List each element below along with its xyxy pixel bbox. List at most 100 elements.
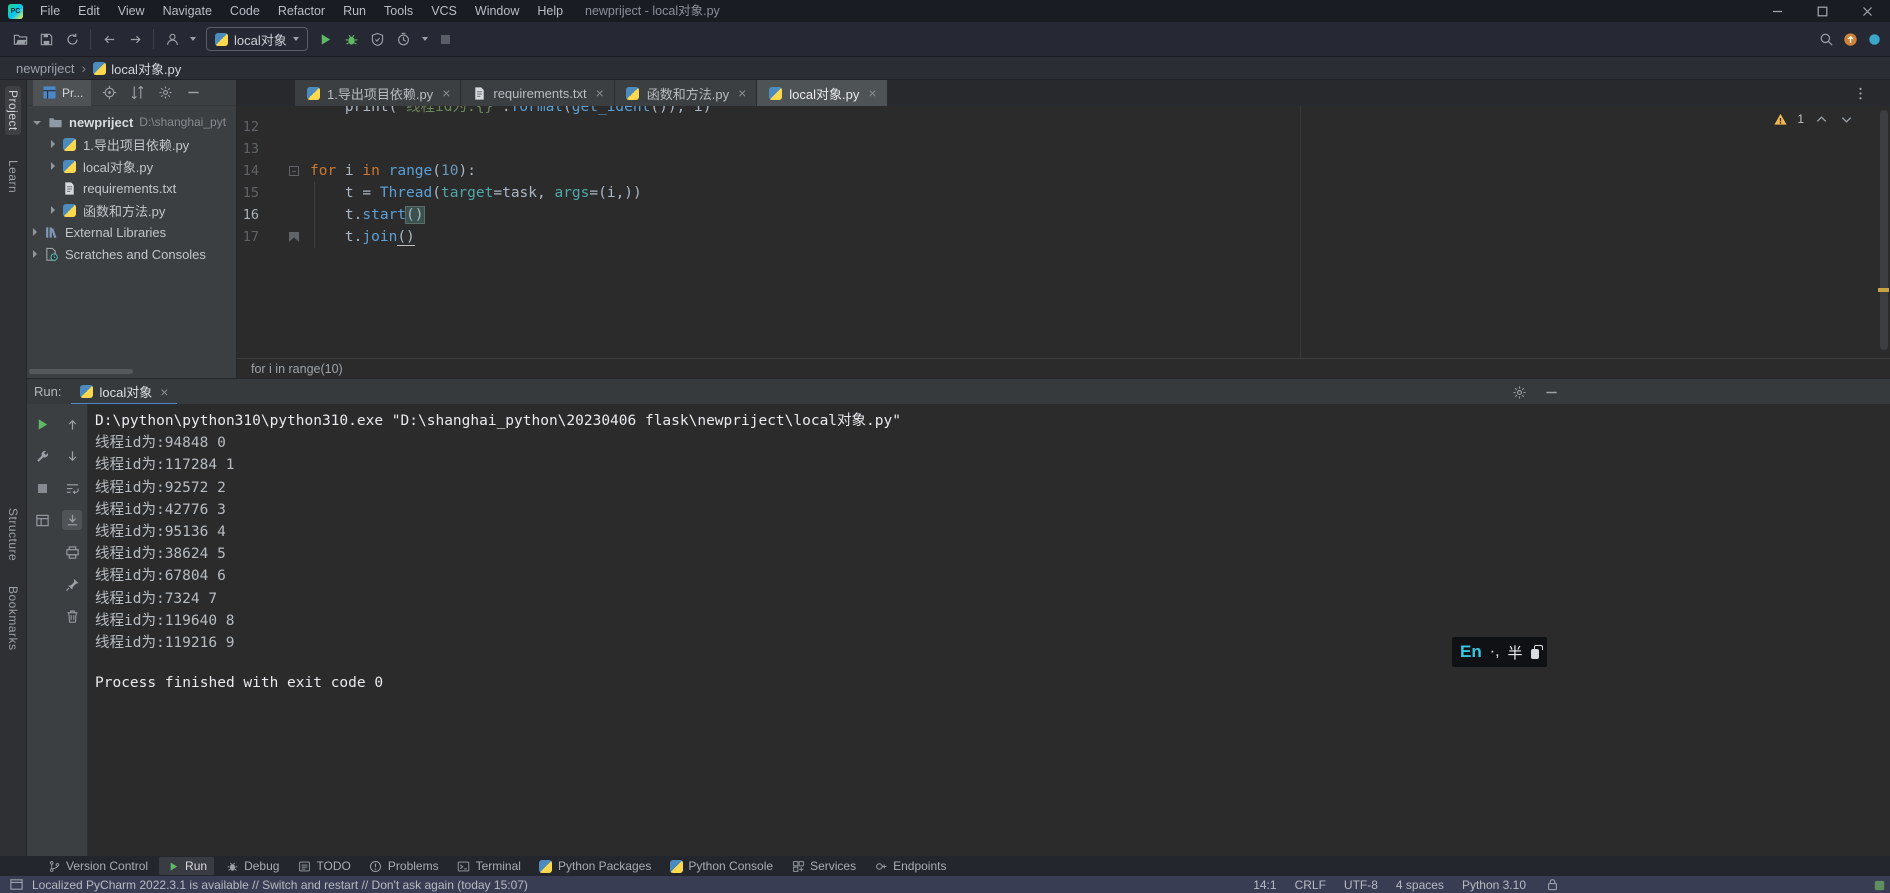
toolwindow-debug[interactable]: Debug <box>218 857 286 875</box>
sidebar-item-bookmarks[interactable]: Bookmarks <box>5 582 21 655</box>
select-opened-file-icon[interactable] <box>101 85 117 101</box>
status-widget-utf-8[interactable]: UTF-8 <box>1344 878 1378 892</box>
hide-panel-icon[interactable] <box>185 85 201 101</box>
editor-tab-3[interactable]: local对象.py × <box>757 80 888 106</box>
search-icon[interactable] <box>1818 31 1834 47</box>
save-all-icon[interactable] <box>38 31 54 47</box>
code-editor[interactable]: print("线程id为:{}".format(get_ident()), i)… <box>237 106 1890 358</box>
coverage-icon[interactable] <box>370 31 386 47</box>
toolwindow-python-packages[interactable]: Python Packages <box>532 857 658 875</box>
line-number[interactable]: 14 <box>237 163 259 179</box>
project-tab[interactable]: Pr... <box>33 79 92 106</box>
menu-vcs[interactable]: VCS <box>422 0 466 22</box>
ime-width-label[interactable]: 半 <box>1508 642 1523 663</box>
rerun-button[interactable] <box>32 414 52 434</box>
sidebar-item-project[interactable]: Project <box>5 86 21 135</box>
corner-indicator-icon[interactable] <box>1871 877 1887 893</box>
menu-view[interactable]: View <box>109 0 154 22</box>
next-warning-icon[interactable] <box>1838 111 1854 127</box>
pin-tab-button[interactable] <box>62 574 82 594</box>
menu-refactor[interactable]: Refactor <box>269 0 334 22</box>
ime-toolbox-icon[interactable] <box>1530 645 1544 659</box>
profiler-icon[interactable] <box>396 31 412 47</box>
toolwindow-switcher-icon[interactable] <box>8 877 24 893</box>
sidebar-item-learn[interactable]: Learn <box>5 156 21 197</box>
status-widget-python-3-10[interactable]: Python 3.10 <box>1462 878 1526 892</box>
soft-wrap-button[interactable] <box>62 478 82 498</box>
toolwindow-todo[interactable]: TODO <box>290 857 357 875</box>
editor-tab-1[interactable]: requirements.txt × <box>461 80 615 106</box>
close-button[interactable] <box>1845 0 1890 22</box>
breadcrumb-project[interactable]: newpriject <box>16 61 75 76</box>
fold-start-icon[interactable] <box>289 166 299 176</box>
status-widget-crlf[interactable]: CRLF <box>1295 878 1326 892</box>
menu-help[interactable]: Help <box>528 0 572 22</box>
sidebar-item-structure[interactable]: Structure <box>5 504 21 565</box>
gutter[interactable]: 13 <box>237 141 310 157</box>
expand-collapse-icon[interactable] <box>129 85 145 101</box>
tab-options-kebab-icon[interactable] <box>1852 85 1868 101</box>
editor-tab-2[interactable]: 函数和方法.py × <box>614 80 758 106</box>
gutter[interactable]: 16 <box>237 207 310 223</box>
back-icon[interactable] <box>101 31 117 47</box>
ime-language-label[interactable]: En <box>1460 642 1482 662</box>
editor-scrollbar[interactable] <box>1880 110 1888 350</box>
breadcrumb-file[interactable]: local对象.py <box>111 59 181 78</box>
line-number[interactable]: 17 <box>237 229 259 245</box>
line-number[interactable]: 13 <box>237 141 259 157</box>
gutter[interactable]: 12 <box>237 119 310 135</box>
scroll-to-end-button[interactable] <box>62 510 82 530</box>
tree-item-5[interactable]: External Libraries <box>27 221 236 243</box>
chevron-right-icon[interactable] <box>33 250 37 258</box>
line-number[interactable]: 16 <box>237 207 259 223</box>
inspection-widget[interactable]: 1 <box>1772 111 1854 127</box>
tab-close-icon[interactable]: × <box>596 86 604 100</box>
tree-item-6[interactable]: Scratches and Consoles <box>27 243 236 265</box>
status-link[interactable]: Don't ask again (today 15:07) <box>372 878 528 892</box>
chevron-right-icon[interactable] <box>33 228 37 236</box>
maximize-button[interactable] <box>1800 0 1845 22</box>
gutter[interactable]: 17 <box>237 229 310 245</box>
menu-file[interactable]: File <box>31 0 69 22</box>
menu-edit[interactable]: Edit <box>69 0 109 22</box>
sync-icon[interactable] <box>64 31 80 47</box>
up-stacktrace-button[interactable] <box>62 414 82 434</box>
minimize-button[interactable] <box>1755 0 1800 22</box>
line-number[interactable]: 12 <box>237 119 259 135</box>
toolwindow-run[interactable]: Run <box>159 857 215 875</box>
status-widget-14-1[interactable]: 14:1 <box>1253 878 1276 892</box>
menu-navigate[interactable]: Navigate <box>154 0 221 22</box>
stop-button[interactable] <box>32 478 52 498</box>
tree-item-0[interactable]: newpriject D:\shanghai_pyt <box>27 111 236 133</box>
status-widget-4-spaces[interactable]: 4 spaces <box>1396 878 1444 892</box>
chevron-right-icon[interactable] <box>51 162 55 170</box>
run-tab[interactable]: local对象 × <box>71 379 178 405</box>
print-button[interactable] <box>62 542 82 562</box>
clear-all-button[interactable] <box>62 606 82 626</box>
menu-run[interactable]: Run <box>334 0 375 22</box>
tab-close-icon[interactable]: × <box>868 86 876 100</box>
menu-code[interactable]: Code <box>221 0 269 22</box>
tree-item-1[interactable]: 1.导出项目依赖.py <box>27 133 236 155</box>
gear-icon[interactable] <box>157 85 173 101</box>
line-number[interactable]: 15 <box>237 185 259 201</box>
toolwindow-terminal[interactable]: Terminal <box>450 857 528 875</box>
toolwindow-version-control[interactable]: Version Control <box>40 857 155 875</box>
chevron-right-icon[interactable] <box>51 140 55 148</box>
lock-icon[interactable] <box>1544 877 1560 893</box>
stop-icon[interactable] <box>438 31 454 47</box>
toolbar-extra-icon[interactable] <box>1866 31 1882 47</box>
chevron-down-icon[interactable] <box>33 121 41 125</box>
horizontal-scrollbar[interactable] <box>29 369 133 374</box>
run-config-select[interactable]: local对象 <box>206 27 308 51</box>
hide-panel-icon[interactable] <box>1543 384 1559 400</box>
tab-close-icon[interactable]: × <box>442 86 450 100</box>
tree-item-2[interactable]: local对象.py <box>27 155 236 177</box>
forward-icon[interactable] <box>127 31 143 47</box>
prev-warning-icon[interactable] <box>1813 111 1829 127</box>
editor-breadcrumb[interactable]: for i in range(10) <box>237 358 1890 378</box>
tab-close-icon[interactable]: × <box>738 86 746 100</box>
toolwindow-endpoints[interactable]: Endpoints <box>867 857 953 875</box>
menu-tools[interactable]: Tools <box>375 0 422 22</box>
debug-icon[interactable] <box>344 31 360 47</box>
